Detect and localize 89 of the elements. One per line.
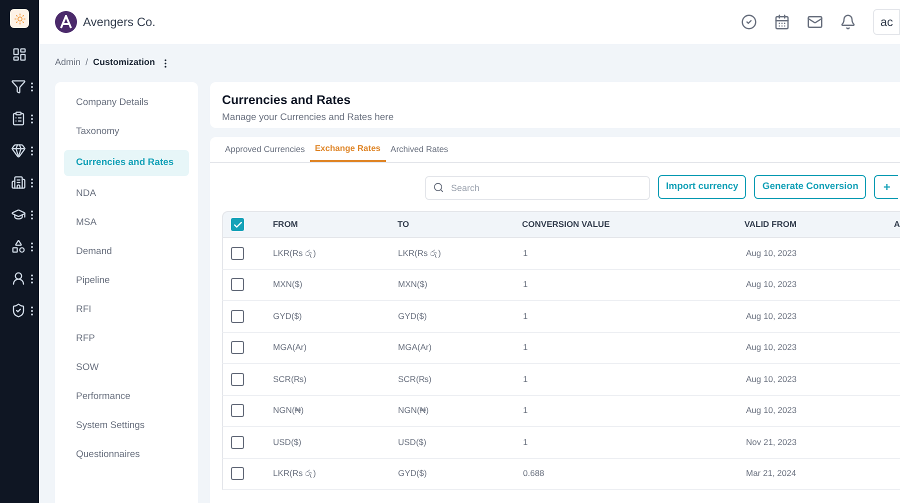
settings-nav-item[interactable]: Company Details	[64, 92, 189, 114]
settings-nav-item[interactable]: Performance	[64, 386, 189, 408]
table-cell-text: MXN($)	[398, 278, 428, 292]
table-cell-text: USD($)	[398, 436, 428, 449]
page-subtitle: Manage your Currencies and Rates here	[222, 110, 395, 125]
checkbox[interactable]	[231, 246, 244, 260]
settings-nav-item[interactable]: Questionnaires	[64, 444, 189, 466]
breadcrumb-current: Customization	[93, 56, 156, 70]
toolbar-button[interactable]: Generate Conversion	[754, 175, 866, 199]
table-cell-text: NGN(₦)	[398, 404, 430, 418]
checkbox[interactable]	[231, 372, 244, 386]
building-icon[interactable]	[11, 175, 26, 190]
table-cell-text: 1	[523, 436, 529, 449]
notification-icon[interactable]	[840, 14, 856, 30]
settings-nav-item[interactable]: SOW	[64, 357, 189, 379]
tab[interactable]: Archived Rates	[386, 136, 454, 162]
column-header: TO	[397, 218, 410, 231]
app-logo-icon[interactable]	[10, 9, 29, 28]
checkbox[interactable]	[231, 218, 244, 231]
search-field[interactable]: Search	[425, 176, 650, 200]
column-header: FROM	[272, 218, 299, 231]
table-cell-text: MGA(Ar)	[398, 341, 433, 354]
settings-nav-item[interactable]: RFP	[64, 328, 189, 350]
table-cell-text: NGN(₦)	[273, 404, 305, 418]
table-cell-text: GYD($)	[398, 310, 428, 323]
shapes-icon[interactable]	[11, 239, 26, 254]
settings-nav-item[interactable]: Taxonomy	[64, 121, 189, 143]
table-cell-text: 1	[523, 246, 529, 260]
shield-icon[interactable]	[11, 303, 26, 318]
user-button[interactable]: ac	[873, 9, 900, 35]
column-header: A	[894, 218, 900, 231]
checkbox[interactable]	[231, 341, 244, 354]
table-cell-text: LKR(Rs රු)	[398, 246, 442, 260]
checkbox[interactable]	[231, 310, 244, 323]
table-cell-text: 1	[523, 310, 529, 323]
calendar-icon[interactable]	[774, 14, 790, 30]
checkbox[interactable]	[231, 404, 244, 418]
table-cell-text: Aug 10, 2023	[746, 310, 798, 323]
settings-nav-item[interactable]: RFI	[64, 299, 189, 321]
settings-nav-item[interactable]: NDA	[64, 183, 189, 205]
table-cell-text: MXN($)	[273, 278, 304, 292]
table-cell-text: SCR(₨)	[273, 372, 308, 386]
dashboard-icon[interactable]	[12, 47, 27, 62]
tab[interactable]: Approved Currencies	[220, 136, 310, 162]
table-cell-text: 1	[523, 404, 529, 418]
table-cell-text: Nov 21, 2023	[746, 436, 798, 449]
settings-nav-item[interactable]: MSA	[64, 212, 189, 234]
table-cell-text: MGA(Ar)	[273, 341, 308, 354]
user-icon[interactable]	[11, 271, 26, 286]
table-cell-text: SCR(₨)	[398, 372, 433, 386]
table-cell-text: GYD($)	[398, 467, 428, 480]
table-cell-text: Aug 10, 2023	[746, 341, 798, 354]
checkbox[interactable]	[231, 278, 244, 292]
settings-nav-item[interactable]: System Settings	[64, 415, 189, 437]
settings-nav-item[interactable]: Pipeline	[64, 270, 189, 292]
table-cell-text: LKR(Rs රු)	[273, 246, 317, 260]
column-header: VALID FROM	[744, 218, 798, 231]
column-header: CONVERSION VALUE	[522, 218, 611, 231]
checkbox[interactable]	[231, 467, 244, 480]
graduation-cap-icon[interactable]	[11, 207, 26, 222]
toolbar-button[interactable]: Import currency	[658, 175, 746, 199]
checkbox[interactable]	[231, 436, 244, 449]
table-cell-text: Mar 21, 2024	[746, 467, 798, 480]
breadcrumb-link[interactable]: Admin	[55, 56, 81, 70]
tab[interactable]: Exchange Rates	[310, 136, 386, 162]
company-logo-icon	[55, 11, 77, 33]
settings-nav-item[interactable]: Demand	[64, 241, 189, 263]
table-cell-text: LKR(Rs රු)	[273, 467, 317, 480]
table-cell-text: GYD($)	[273, 310, 303, 323]
page-title: Currencies and Rates	[222, 92, 352, 109]
table-cell-text: 1	[523, 278, 529, 292]
diamond-icon[interactable]	[11, 143, 26, 158]
clipboard-icon[interactable]	[11, 111, 26, 126]
add-button[interactable]: +	[874, 175, 898, 199]
mail-icon[interactable]	[807, 14, 824, 30]
table-cell-text: Aug 10, 2023	[746, 404, 798, 418]
table-cell-text: Aug 10, 2023	[746, 278, 798, 292]
breadcrumb-separator: /	[86, 56, 88, 70]
company-name: Avengers Co.	[83, 14, 156, 31]
table-cell-text: Aug 10, 2023	[746, 246, 798, 260]
task-icon[interactable]	[741, 14, 758, 30]
table-cell-text: USD($)	[273, 436, 302, 449]
table-cell-text: Aug 10, 2023	[746, 372, 798, 386]
table-cell-text: 0.688	[523, 467, 546, 480]
filter-icon[interactable]	[11, 79, 26, 94]
table-cell-text: 1	[523, 372, 529, 386]
search-icon	[433, 182, 444, 192]
settings-nav-item[interactable]: Currencies and Rates	[64, 150, 189, 176]
table-cell-text: 1	[523, 341, 529, 354]
